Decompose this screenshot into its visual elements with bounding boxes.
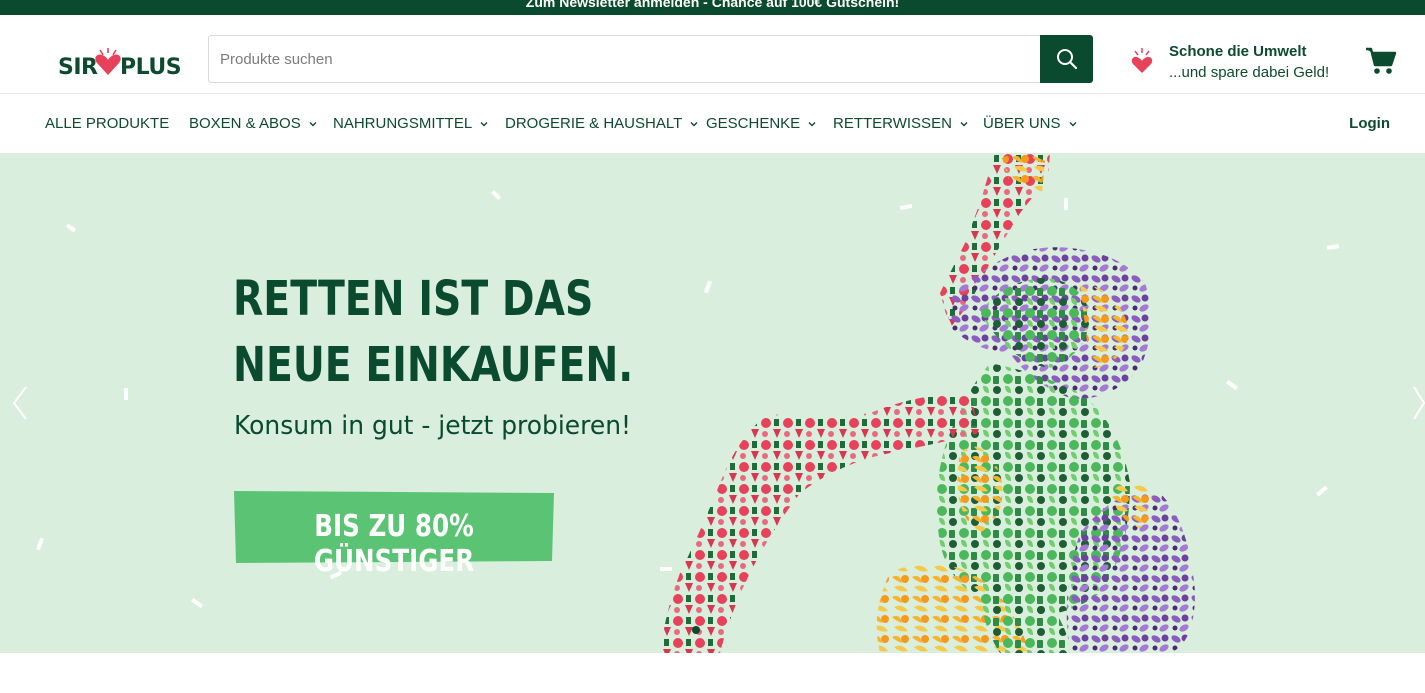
chevron-left-icon xyxy=(12,386,27,420)
slideshow-dot-active[interactable] xyxy=(692,626,700,634)
promo-message: Schone die Umwelt ...und spare dabei Gel… xyxy=(1130,43,1350,87)
chevron-down-icon xyxy=(309,121,317,126)
chevron-down-icon xyxy=(1069,121,1077,126)
logo[interactable]: SIR PLUS xyxy=(56,41,182,83)
promo-subtitle: ...und spare dabei Geld! xyxy=(1169,64,1330,81)
nav-item-alle-produkte[interactable]: ALLE PRODUKTE xyxy=(45,115,169,132)
hero-cta-label: BIS ZU 80% GÜNSTIGER xyxy=(313,509,475,579)
hero-slideshow: RETTEN IST DAS NEUE EINKAUFEN. Konsum in … xyxy=(0,153,1425,653)
chevron-down-icon xyxy=(480,121,488,126)
announcement-bar: Zum Newsletter anmelden - Chance auf 100… xyxy=(0,0,1425,15)
cart-button[interactable] xyxy=(1364,45,1398,77)
hero-headline: RETTEN IST DAS NEUE EINKAUFEN. xyxy=(233,266,633,398)
hero-cta-button[interactable]: BIS ZU 80% GÜNSTIGER xyxy=(234,491,554,579)
nav-item-label: RETTERWISSEN xyxy=(833,115,952,132)
hero-subline: Konsum in gut - jetzt probieren! xyxy=(234,411,632,441)
chevron-down-icon xyxy=(690,121,698,126)
cart-icon xyxy=(1366,47,1397,74)
promo-title: Schone die Umwelt xyxy=(1169,43,1307,60)
nav-item-label: BOXEN & ABOS xyxy=(189,115,301,132)
heart-icon xyxy=(1131,48,1153,73)
hero-headline-line-1: RETTEN IST DAS xyxy=(233,271,594,327)
nav-item-geschenke[interactable]: GESCHENKE xyxy=(706,115,816,132)
search-button[interactable] xyxy=(1040,35,1093,83)
search-bar xyxy=(208,35,1093,83)
slideshow-prev-button[interactable] xyxy=(8,383,30,423)
nav-item-drogerie-haushalt[interactable]: DROGERIE & HAUSHALT xyxy=(505,115,698,132)
hero-headline-line-2: NEUE EINKAUFEN. xyxy=(233,337,634,393)
food-person-illustration xyxy=(660,153,1195,653)
chevron-right-icon xyxy=(1413,386,1425,420)
slideshow-next-button[interactable] xyxy=(1410,383,1425,423)
nav-item-nahrungsmittel[interactable]: NAHRUNGSMITTEL xyxy=(333,115,488,132)
nav-item-label: ALLE PRODUKTE xyxy=(45,115,170,132)
chevron-down-icon xyxy=(960,121,968,126)
nav-item-boxen-abos[interactable]: BOXEN & ABOS xyxy=(189,115,317,132)
slideshow-pagination xyxy=(692,621,700,639)
logo-text-right: PLUS xyxy=(120,55,182,80)
main-nav: ALLE PRODUKTE BOXEN & ABOS NAHRUNGSMITTE… xyxy=(0,95,1425,153)
search-icon xyxy=(1056,49,1077,70)
header: SIR PLUS Schone die Umwelt ...und spare … xyxy=(0,15,1425,94)
nav-item-retterwissen[interactable]: RETTERWISSEN xyxy=(833,115,968,132)
newsletter-link[interactable]: Zum Newsletter anmelden - Chance auf 100… xyxy=(0,0,1425,12)
chevron-down-icon xyxy=(808,121,816,126)
nav-item-label: DROGERIE & HAUSHALT xyxy=(505,115,683,132)
nav-item-ueber-uns[interactable]: ÜBER UNS xyxy=(983,115,1077,132)
nav-item-label: GESCHENKE xyxy=(706,115,801,132)
search-input[interactable] xyxy=(208,35,1041,83)
logo-heart-icon xyxy=(95,48,121,75)
nav-item-label: ÜBER UNS xyxy=(983,115,1061,132)
logo-text-left: SIR xyxy=(58,55,98,80)
login-link[interactable]: Login xyxy=(1349,115,1390,132)
nav-item-label: NAHRUNGSMITTEL xyxy=(333,115,473,132)
